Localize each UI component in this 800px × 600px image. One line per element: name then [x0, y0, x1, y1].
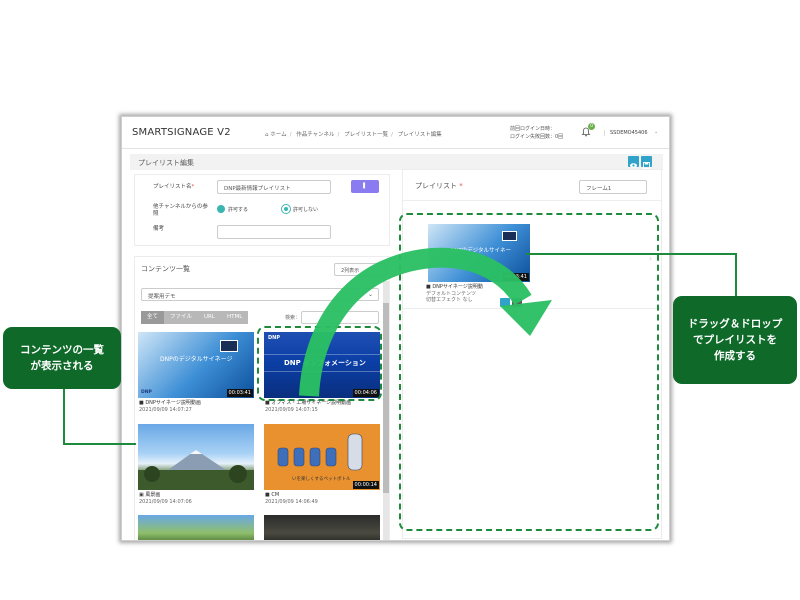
- duration-badge: 00:00:14: [352, 481, 379, 489]
- chevron-down-icon[interactable]: ⌄: [654, 129, 658, 135]
- content-item[interactable]: DNPのデジタルサイネージ DNP 00:03:41: [138, 332, 254, 398]
- folder-select[interactable]: 提案用デモ ⌄: [141, 288, 379, 301]
- content-item[interactable]: [138, 515, 254, 540]
- content-item-caption: ■ オフィス・工場サイネージ説明動画 2021/09/09 14:07:15: [265, 400, 352, 413]
- content-list-title: コンテンツ一覧: [141, 265, 190, 273]
- thumb-caption: DNPのデジタルサイネージ: [160, 356, 233, 363]
- breadcrumb-home[interactable]: ホーム: [270, 132, 286, 138]
- thumb-logo: DNP: [141, 390, 152, 395]
- chevron-down-icon: ⌄: [367, 291, 373, 298]
- frame-select[interactable]: フレーム1: [579, 180, 647, 194]
- leader-line: [526, 253, 736, 255]
- note-input[interactable]: [217, 225, 331, 239]
- filter-html[interactable]: HTML: [220, 311, 249, 324]
- filter-all[interactable]: 全て: [141, 311, 165, 324]
- filter-url[interactable]: URL: [198, 311, 221, 324]
- playlist-name-input[interactable]: DNP最新情報プレイリスト: [217, 180, 331, 194]
- notification-badge: 0: [588, 123, 595, 130]
- search-input[interactable]: [301, 311, 379, 324]
- mountain-image: [138, 450, 254, 490]
- leader-line: [63, 443, 136, 445]
- last-login: 前回ログイン日時：: [510, 126, 556, 132]
- highlight-dragged-item: [257, 326, 382, 401]
- content-item[interactable]: いを楽しくするペットボトル 00:00:14: [264, 424, 380, 490]
- preview-button[interactable]: [628, 156, 639, 168]
- breadcrumb-playlist-list[interactable]: プレイリスト一覧: [344, 132, 388, 138]
- breadcrumb: ⌂ ホーム / 作品チャンネル / プレイリスト一覧 / プレイリスト編集: [265, 132, 442, 138]
- columns-select[interactable]: 2列表示: [334, 263, 386, 276]
- thumb-caption: いを楽しくするペットボトル: [292, 477, 351, 482]
- thumb-monitor: [220, 340, 238, 352]
- leader-line: [63, 389, 65, 444]
- callout-content-list: コンテンツの一覧 が表示される: [3, 327, 121, 389]
- page-header: プレイリスト編集: [130, 154, 663, 170]
- brand-logo[interactable]: SMARTSIGNAGE V2: [132, 127, 231, 138]
- duration-badge: 00:03:41: [226, 389, 253, 397]
- highlight-playlist-area: [399, 213, 659, 531]
- save-button[interactable]: [641, 156, 652, 169]
- breadcrumb-playlist-edit: プレイリスト編集: [397, 132, 442, 138]
- radio-allow[interactable]: [217, 205, 225, 213]
- radio-deny-label: 許可しない: [293, 207, 319, 213]
- color-button[interactable]: ▌: [351, 180, 379, 193]
- video-icon: ■: [139, 400, 144, 406]
- home-icon: ⌂: [265, 132, 269, 138]
- leader-line: [735, 253, 737, 298]
- filter-tabs: 全て ファイル URL HTML: [141, 311, 249, 324]
- content-item-caption: ▣ 風景画 2021/09/09 14:07:06: [139, 492, 192, 505]
- filter-file[interactable]: ファイル: [164, 311, 199, 324]
- image-icon: ▣: [139, 492, 144, 498]
- page-title: プレイリスト編集: [138, 159, 194, 167]
- name-label: プレイリスト名*: [153, 184, 195, 190]
- radio-deny[interactable]: [282, 205, 290, 213]
- breadcrumb-channel[interactable]: 作品チャンネル: [296, 132, 334, 138]
- video-icon: ■: [265, 492, 270, 498]
- search-label: 検索：: [285, 315, 301, 321]
- note-label: 備考: [153, 226, 165, 232]
- divider: [403, 200, 661, 201]
- content-item-caption: ■ DNPサイネージ説明動画 2021/09/09 14:07:27: [139, 400, 201, 413]
- content-item-caption: ■ CM 2021/09/09 14:06:49: [265, 492, 318, 505]
- reference-label: 他チャンネルからの参照: [153, 204, 208, 217]
- scrollbar-thumb[interactable]: [383, 303, 389, 493]
- failed-login: ログイン失敗回数：0回: [510, 134, 564, 140]
- radio-allow-label: 許可する: [228, 207, 249, 213]
- user-menu[interactable]: SSDEMO45406: [604, 130, 648, 136]
- top-header: SMARTSIGNAGE V2 ⌂ ホーム / 作品チャンネル / プレイリスト一覧…: [122, 117, 669, 149]
- callout-drag-drop: ドラッグ＆ドロップ でプレイリストを 作成する: [673, 296, 797, 384]
- playlist-title: プレイリスト *: [415, 182, 463, 190]
- content-item[interactable]: [138, 424, 254, 490]
- content-item[interactable]: [264, 515, 380, 540]
- playlist-form: プレイリスト名* DNP最新情報プレイリスト ▌ 他チャンネルからの参照 許可す…: [134, 174, 390, 246]
- folder-select-value: 提案用デモ: [148, 294, 176, 300]
- login-info: 前回ログイン日時： ログイン失敗回数：0回: [510, 125, 563, 141]
